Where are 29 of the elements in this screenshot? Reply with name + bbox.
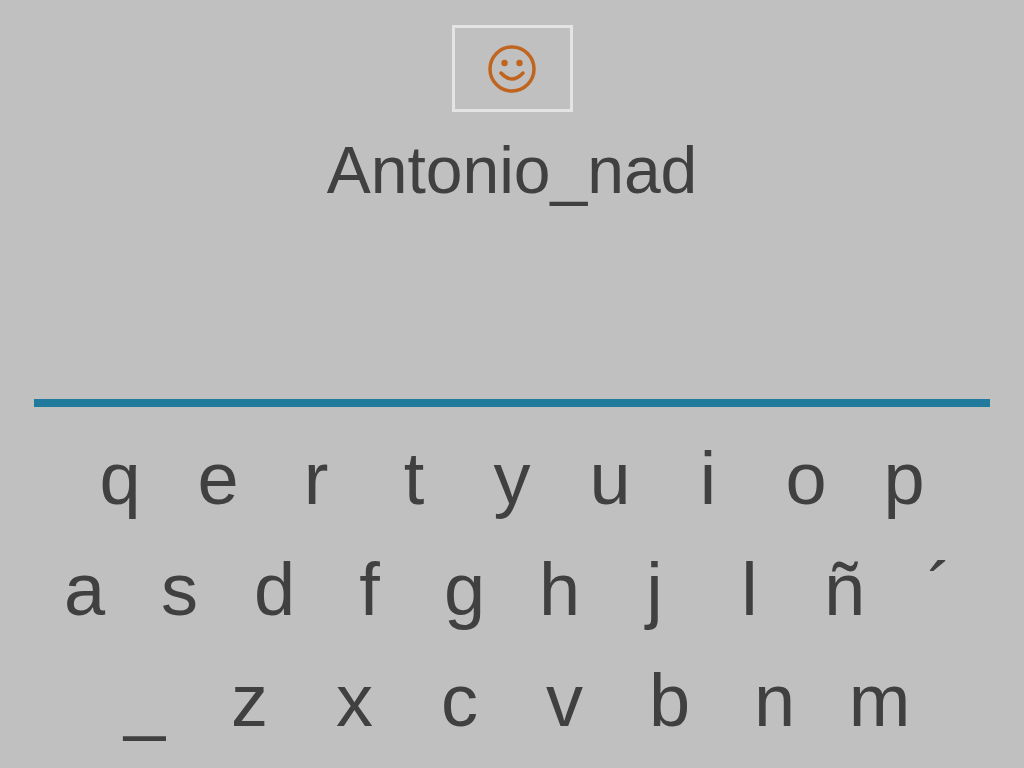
key-button[interactable]: d	[227, 544, 322, 635]
key-button[interactable]: t	[365, 433, 463, 524]
key-button[interactable]: q	[71, 433, 169, 524]
key-button[interactable]: ´	[892, 544, 987, 635]
key-button[interactable]: a	[37, 544, 132, 635]
key-button[interactable]: v	[512, 655, 617, 746]
key-button[interactable]: g	[417, 544, 512, 635]
key-button[interactable]: p	[855, 433, 953, 524]
key-button[interactable]: o	[757, 433, 855, 524]
key-button[interactable]: s	[132, 544, 227, 635]
key-button[interactable]: n	[722, 655, 827, 746]
key-button[interactable]: e	[169, 433, 267, 524]
key-button[interactable]: h	[512, 544, 607, 635]
key-button[interactable]: b	[617, 655, 722, 746]
key-button[interactable]: i	[659, 433, 757, 524]
key-button[interactable]: j	[607, 544, 702, 635]
smiley-icon	[487, 43, 537, 94]
key-button[interactable]: f	[322, 544, 417, 635]
key-button[interactable]: z	[197, 655, 302, 746]
key-button[interactable]: _	[92, 655, 197, 746]
key-button[interactable]: m	[827, 655, 932, 746]
key-button[interactable]: r	[267, 433, 365, 524]
key-button[interactable]: ñ	[797, 544, 892, 635]
key-button[interactable]: u	[561, 433, 659, 524]
key-button[interactable]: y	[463, 433, 561, 524]
key-button[interactable]: c	[407, 655, 512, 746]
key-button[interactable]: l	[702, 544, 797, 635]
word-text: Antonio_nad	[326, 134, 698, 206]
key-button[interactable]: x	[302, 655, 407, 746]
